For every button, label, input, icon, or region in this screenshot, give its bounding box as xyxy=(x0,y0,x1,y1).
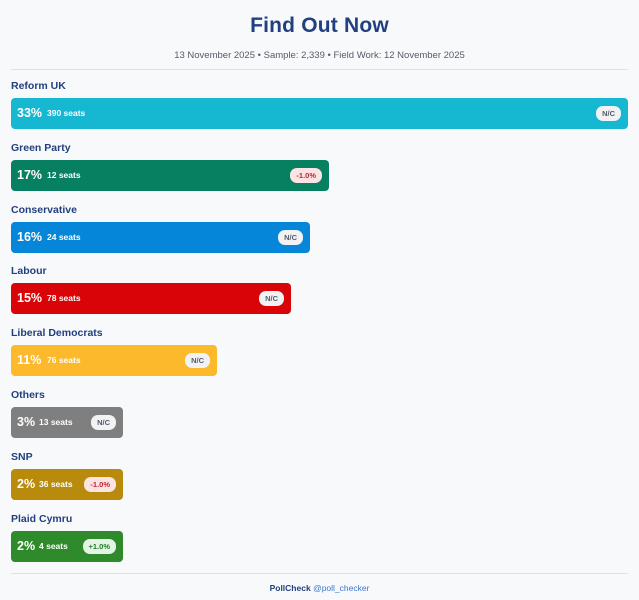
bar: 33% 390 seats N/C xyxy=(11,98,628,129)
poll-subtitle: 13 November 2025 • Sample: 2,339 • Field… xyxy=(174,50,465,61)
bar-seats-label: 78 seats xyxy=(47,293,81,304)
bar-percent-label: 3% xyxy=(17,415,36,429)
party-label: Liberal Democrats xyxy=(11,327,103,340)
bar: 2% 36 seats -1.0% xyxy=(11,468,123,500)
bar-row: Labour 15% 78 seats N/C xyxy=(11,265,628,323)
bar-row: Conservative 16% 24 seats N/C xyxy=(11,204,628,262)
footer-handle: @poll_checker xyxy=(313,583,370,593)
bar-seats-label: 24 seats xyxy=(47,231,81,242)
bar-row: Liberal Democrats 11% 76 seats N/C xyxy=(11,327,628,385)
bar: 11% 76 seats N/C xyxy=(11,345,217,377)
bar: 2% 4 seats +1.0% xyxy=(11,530,123,562)
change-badge: N/C xyxy=(185,353,210,369)
bar: 3% 13 seats N/C xyxy=(11,407,123,438)
bar-row: Plaid Cymru 2% 4 seats +1.0% xyxy=(11,513,628,571)
party-label: Conservative xyxy=(11,203,77,216)
bar-row: SNP 2% 36 seats -1.0% xyxy=(11,451,628,509)
bar-percent-label: 2% xyxy=(17,538,36,553)
party-label: Plaid Cymru xyxy=(11,512,73,525)
party-label: Green Party xyxy=(11,141,71,154)
bar-seats-label: 4 seats xyxy=(39,540,68,551)
bar-percent-label: 11% xyxy=(17,353,42,368)
bar-seats-label: 13 seats xyxy=(39,417,73,427)
party-label: SNP xyxy=(11,450,33,463)
bar-percent-label: 16% xyxy=(17,229,43,244)
bar-percent-label: 17% xyxy=(17,167,43,182)
bar-row: Others 3% 13 seats N/C xyxy=(11,389,628,447)
bar-percent-label: 2% xyxy=(17,476,36,491)
bar: 17% 12 seats -1.0% xyxy=(11,159,329,191)
bar-row: Green Party 17% 12 seats -1.0% xyxy=(11,142,628,200)
bar-percent-label: 33% xyxy=(17,106,43,120)
party-label: Others xyxy=(11,389,45,401)
bar-percent-label: 15% xyxy=(17,291,43,306)
footer-brand: PollCheck xyxy=(269,583,311,593)
bar-seats-label: 76 seats xyxy=(47,355,81,366)
bar-seats-label: 36 seats xyxy=(39,478,73,489)
change-badge: +1.0% xyxy=(82,538,116,554)
party-label: Labour xyxy=(11,265,47,278)
bottom-divider xyxy=(11,573,628,574)
change-badge: N/C xyxy=(259,291,284,307)
change-badge: N/C xyxy=(596,106,621,121)
bar-seats-label: 12 seats xyxy=(47,169,81,180)
bar-seats-label: 390 seats xyxy=(47,108,86,118)
bar-row: Reform UK 33% 390 seats N/C xyxy=(11,80,628,138)
bar: 15% 78 seats N/C xyxy=(11,283,291,315)
change-badge: N/C xyxy=(278,229,303,245)
change-badge: -1.0% xyxy=(84,476,116,492)
footer: PollCheck @poll_checker xyxy=(0,583,639,593)
party-label: Reform UK xyxy=(11,80,66,92)
change-badge: -1.0% xyxy=(290,167,322,183)
page-title: Find Out Now xyxy=(250,14,389,37)
bar: 16% 24 seats N/C xyxy=(11,221,310,253)
top-divider xyxy=(11,69,628,70)
change-badge: N/C xyxy=(91,415,116,430)
